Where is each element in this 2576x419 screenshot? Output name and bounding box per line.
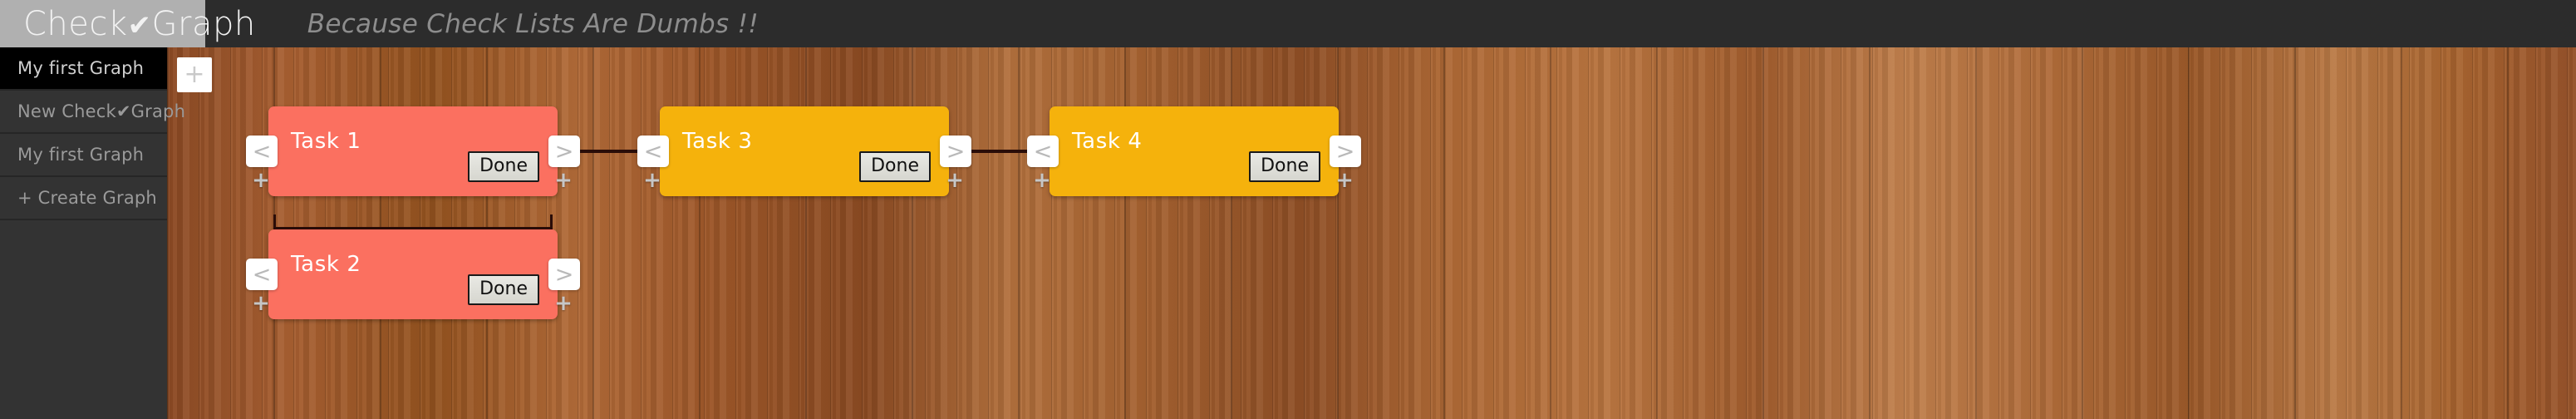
output-port-task4[interactable]: > <box>1330 136 1361 167</box>
add-before-button-task1[interactable]: + <box>250 170 272 191</box>
add-before-button-task4[interactable]: + <box>1031 170 1053 191</box>
app-tagline: Because Check Lists Are Dumbs !! <box>307 8 759 39</box>
task-title: Task 2 <box>291 252 361 277</box>
sidebar-item-0[interactable]: My first Graph <box>0 47 167 91</box>
output-port-task3[interactable]: > <box>940 136 971 167</box>
done-button[interactable]: Done <box>468 274 539 305</box>
add-after-button-task2[interactable]: + <box>553 293 574 314</box>
task-title: Task 4 <box>1072 129 1143 154</box>
task-card-task4[interactable]: Task 4 Done <box>1050 106 1339 196</box>
done-button[interactable]: Done <box>859 151 931 182</box>
check-icon: ✔ <box>127 8 152 42</box>
edge-task1-task2 <box>273 214 553 229</box>
done-button[interactable]: Done <box>1249 151 1320 182</box>
input-port-task4[interactable]: < <box>1027 136 1059 167</box>
done-button[interactable]: Done <box>468 151 539 182</box>
input-port-task3[interactable]: < <box>637 136 669 167</box>
sidebar-item-label: My first Graph <box>17 58 145 78</box>
add-after-button-task3[interactable]: + <box>944 170 966 191</box>
add-after-button-task4[interactable]: + <box>1334 170 1355 191</box>
output-port-task1[interactable]: > <box>548 136 580 167</box>
task-card-task2[interactable]: Task 2 Done <box>268 229 558 319</box>
app-root: Check✔Graph Because Check Lists Are Dumb… <box>0 0 2576 419</box>
add-after-button-task1[interactable]: + <box>553 170 574 191</box>
logo-suffix: Graph <box>151 4 256 43</box>
add-root-node-button[interactable]: + <box>177 57 212 92</box>
sidebar-item-1[interactable]: New Check✔Graph <box>0 91 185 134</box>
sidebar-item-label: My first Graph <box>17 145 145 165</box>
sidebar-item-label: New Check✔Graph <box>17 101 186 121</box>
app-header: Check✔Graph Because Check Lists Are Dumb… <box>0 0 2576 47</box>
logo-prefix: Check <box>23 4 128 43</box>
task-card-task1[interactable]: Task 1 Done <box>268 106 558 196</box>
add-before-button-task3[interactable]: + <box>642 170 663 191</box>
sidebar-item-2[interactable]: My first Graph <box>0 134 167 177</box>
task-title: Task 3 <box>682 129 753 154</box>
task-title: Task 1 <box>291 129 361 154</box>
graph-sidebar: My first Graph New Check✔Graph My first Gr… <box>0 47 185 419</box>
app-logo: Check✔Graph <box>23 7 256 41</box>
task-card-task3[interactable]: Task 3 Done <box>660 106 949 196</box>
edge-task3-task4 <box>971 150 1027 153</box>
sidebar-item-3[interactable]: + Create Graph <box>0 177 167 220</box>
input-port-task2[interactable]: < <box>246 259 278 290</box>
sidebar-item-label: + Create Graph <box>17 188 157 208</box>
add-before-button-task2[interactable]: + <box>250 293 272 314</box>
edge-task1-task3 <box>580 150 637 153</box>
logo-wrap: Check✔Graph <box>0 0 256 47</box>
input-port-task1[interactable]: < <box>246 136 278 167</box>
graph-canvas[interactable]: + Task 1 Done < > + + Task 2 Done < > + + Task 3 Done… <box>167 47 2576 419</box>
output-port-task2[interactable]: > <box>548 259 580 290</box>
